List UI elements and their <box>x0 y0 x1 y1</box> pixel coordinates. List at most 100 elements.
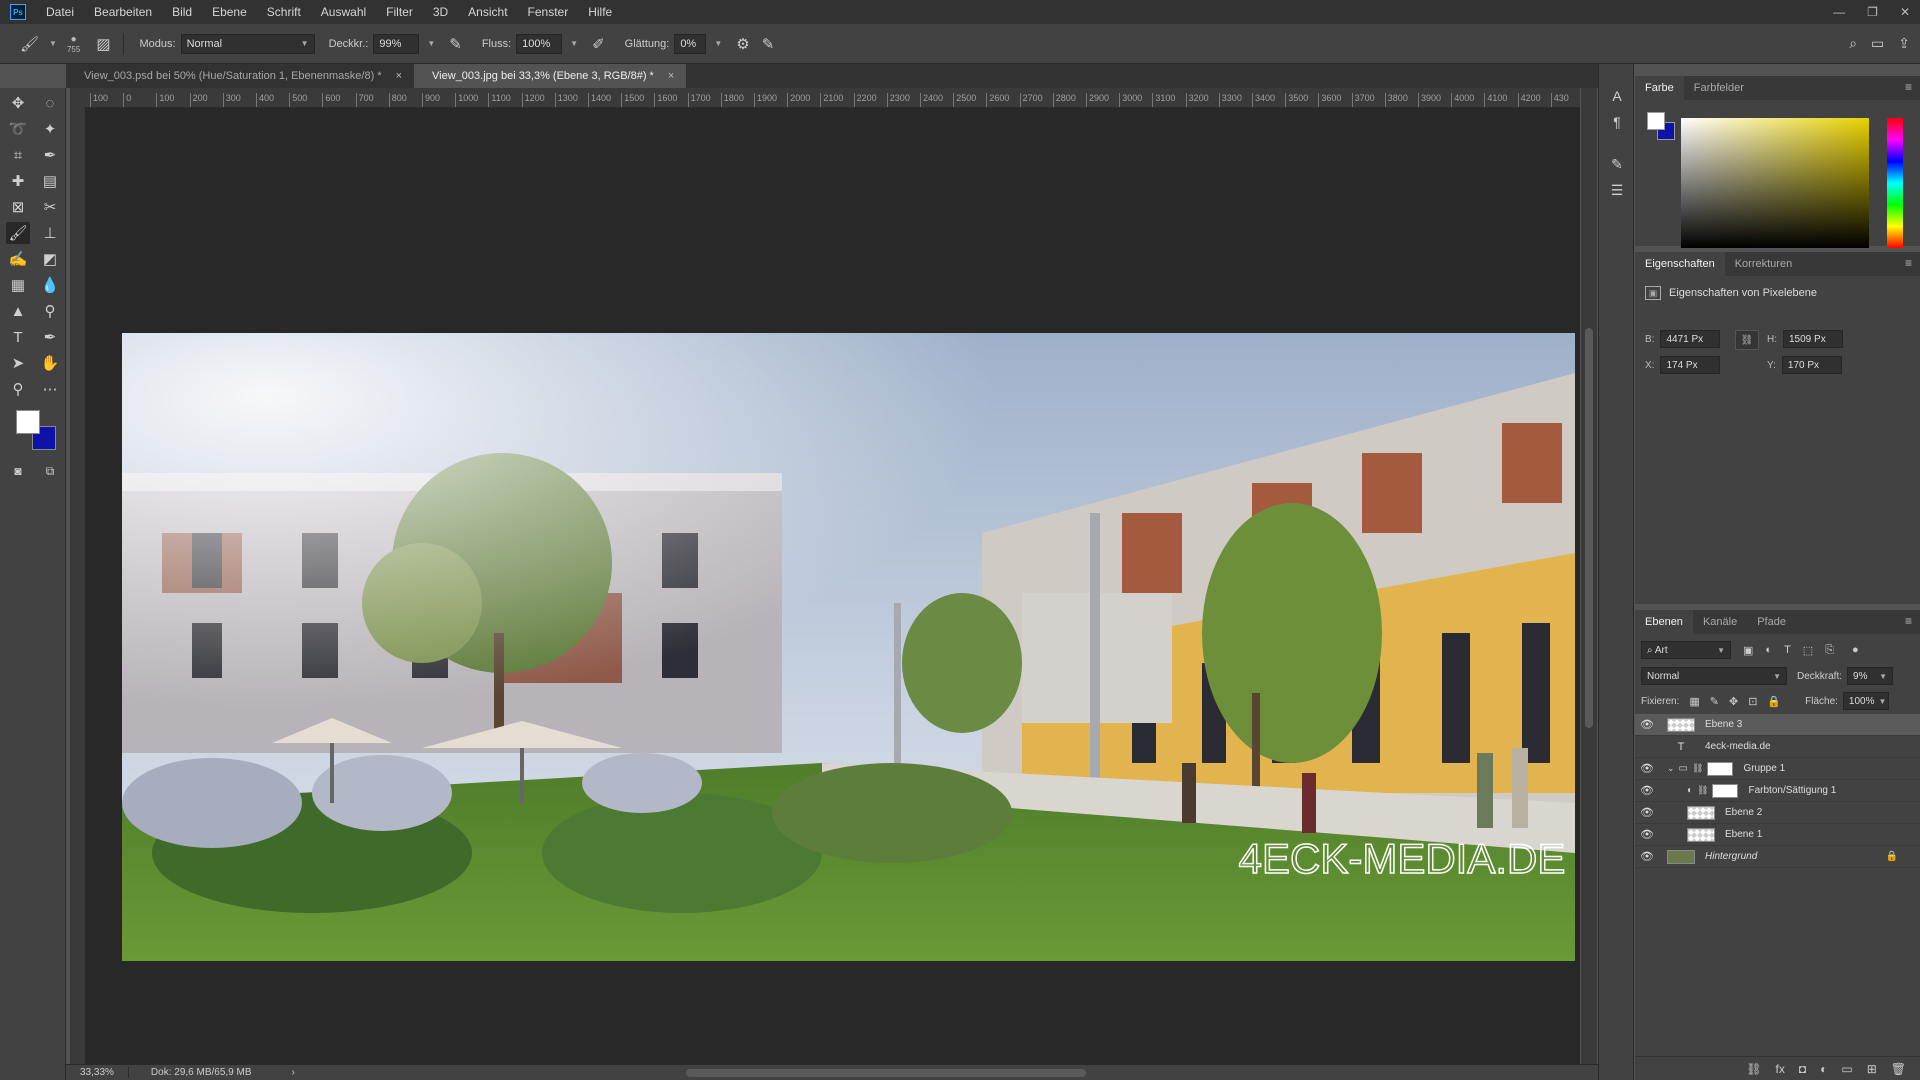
layer-row-ebene-1[interactable]: 👁 Ebene 1 <box>1635 824 1920 846</box>
zoom-level[interactable]: 33,33% <box>66 1067 129 1078</box>
layer-row-text[interactable]: T 4eck-media.de <box>1635 736 1920 758</box>
menu-ansicht[interactable]: Ansicht <box>458 0 517 24</box>
healing-brush-tool-icon[interactable]: ✚ <box>6 170 30 192</box>
history-brush-tool-icon[interactable]: ✍ <box>6 248 30 270</box>
adjustment-layer-icon[interactable]: ◐ <box>1820 1062 1827 1076</box>
layer-row-ebene-2[interactable]: 👁 Ebene 2 <box>1635 802 1920 824</box>
visibility-eye-icon[interactable]: 👁 <box>1635 762 1659 775</box>
menu-datei[interactable]: Datei <box>36 0 84 24</box>
more-tools-icon[interactable]: ⋯ <box>38 378 62 400</box>
adjustments-panel-icon[interactable]: ☰ <box>1607 180 1627 200</box>
zoom-tool-icon[interactable]: ⚲ <box>6 378 30 400</box>
eyedropper-tool-icon[interactable]: ✒ <box>38 144 62 166</box>
lock-all-icon[interactable]: 🔒 <box>1767 695 1781 708</box>
color-picker-field[interactable] <box>1681 118 1869 248</box>
brush-preset-picker[interactable]: ● 755 <box>67 34 80 54</box>
lock-artboard-icon[interactable]: ⊡ <box>1748 695 1757 708</box>
layer-opacity-field[interactable]: 9% ▼ <box>1847 667 1894 685</box>
marquee-tool-icon[interactable]: ◌ <box>38 92 62 114</box>
lock-transparency-icon[interactable]: ▦ <box>1689 695 1699 708</box>
menu-hilfe[interactable]: Hilfe <box>578 0 622 24</box>
width-field[interactable]: 4471 Px <box>1660 330 1721 348</box>
eraser-tool-icon[interactable]: ◩ <box>38 248 62 270</box>
search-icon[interactable]: ⌕ <box>1849 35 1857 52</box>
horizontal-scrollbar-thumb[interactable] <box>686 1069 1086 1077</box>
content-aware-move-icon[interactable]: ✂ <box>38 196 62 218</box>
y-field[interactable]: 170 Px <box>1781 356 1842 374</box>
flow-field[interactable]: 100% <box>516 33 563 54</box>
filter-type-icon[interactable]: T <box>1784 644 1791 656</box>
tab-kanaele[interactable]: Kanäle <box>1693 610 1747 634</box>
chevron-down-icon[interactable]: ▼ <box>714 39 722 48</box>
brush-tool-icon[interactable]: 🖌 <box>6 222 30 244</box>
menu-auswahl[interactable]: Auswahl <box>311 0 376 24</box>
tab-view-003-psd[interactable]: View_003.psd bei 50% (Hue/Saturation 1, … <box>66 64 414 88</box>
lasso-tool-icon[interactable]: ➰ <box>6 118 30 140</box>
visibility-eye-icon[interactable]: 👁 <box>1635 850 1659 863</box>
lock-position-icon[interactable]: ✥ <box>1729 695 1738 708</box>
close-icon[interactable]: × <box>396 70 402 82</box>
new-layer-icon[interactable]: ⊞ <box>1867 1062 1877 1076</box>
chevron-down-icon[interactable]: ▼ <box>570 39 578 48</box>
panel-menu-icon[interactable]: ≡ <box>1905 80 1912 94</box>
chevron-right-icon[interactable]: › <box>292 1067 295 1078</box>
menu-schrift[interactable]: Schrift <box>257 0 311 24</box>
mode-select[interactable]: Normal ▼ <box>180 33 315 54</box>
visibility-eye-icon[interactable]: 👁 <box>1635 828 1659 841</box>
fx-icon[interactable]: fx <box>1776 1062 1785 1076</box>
menu-ebene[interactable]: Ebene <box>202 0 257 24</box>
menu-filter[interactable]: Filter <box>376 0 423 24</box>
add-mask-icon[interactable]: ◘ <box>1799 1062 1806 1076</box>
layer-kind-select[interactable]: ⌕ Art ▼ <box>1641 641 1731 659</box>
tab-farbfelder[interactable]: Farbfelder <box>1684 76 1754 100</box>
gear-icon[interactable]: ⚙ <box>736 35 749 53</box>
tab-ebenen[interactable]: Ebenen <box>1635 610 1693 634</box>
close-icon[interactable]: ✕ <box>1900 5 1910 19</box>
crop-tool-icon[interactable]: ⌗ <box>6 144 30 166</box>
move-tool-icon[interactable]: ✥ <box>6 92 30 114</box>
quick-mask-icon[interactable]: ◙ <box>6 460 30 482</box>
visibility-eye-icon[interactable]: 👁 <box>1635 806 1659 819</box>
menu-bild[interactable]: Bild <box>162 0 202 24</box>
blur-tool-icon[interactable]: 💧 <box>38 274 62 296</box>
document-image[interactable]: 4ECK-MEDIA.DE <box>122 333 1575 961</box>
chevron-down-icon[interactable]: ▼ <box>49 39 57 48</box>
panel-menu-icon[interactable]: ≡ <box>1905 614 1912 628</box>
workspace-icon[interactable]: ▭ <box>1871 35 1884 52</box>
restore-icon[interactable]: ❐ <box>1867 5 1878 19</box>
close-icon[interactable]: × <box>668 70 674 82</box>
dodge-tool-icon[interactable]: ▲ <box>6 300 30 322</box>
visibility-eye-icon[interactable]: 👁 <box>1635 718 1659 731</box>
path-selection-tool-icon[interactable]: ➤ <box>6 352 30 374</box>
tab-pfade[interactable]: Pfade <box>1747 610 1796 634</box>
patch-tool-icon[interactable]: ▤ <box>38 170 62 192</box>
foreground-color-swatch[interactable] <box>1647 112 1665 130</box>
gradient-tool-icon[interactable]: ▦ <box>6 274 30 296</box>
lock-pixels-icon[interactable]: ✎ <box>1710 695 1719 708</box>
character-panel-icon[interactable]: A <box>1607 86 1627 106</box>
opacity-field[interactable]: 99% <box>373 33 420 54</box>
new-group-icon[interactable]: ▭ <box>1841 1062 1852 1076</box>
hue-slider[interactable] <box>1887 118 1903 248</box>
layer-row-gruppe-1[interactable]: 👁 ⌄ ▭ ⛓ Gruppe 1 <box>1635 758 1920 780</box>
blend-mode-select[interactable]: Normal ▼ <box>1641 667 1787 685</box>
tab-view-003-jpg[interactable]: View_003.jpg bei 33,3% (Ebene 3, RGB/8#)… <box>414 64 687 88</box>
minimize-icon[interactable]: — <box>1833 5 1845 19</box>
brush-tool-icon[interactable]: 🖌 <box>20 35 39 53</box>
frame-tool-icon[interactable]: ⊠ <box>6 196 30 218</box>
pressure-size-icon[interactable]: ✎ <box>762 35 775 53</box>
height-field[interactable]: 1509 Px <box>1783 330 1843 348</box>
chevron-down-icon[interactable]: ⌄ <box>1667 763 1675 774</box>
filter-smart-object-icon[interactable]: ⎘ <box>1825 644 1834 657</box>
link-layers-icon[interactable]: ⛓ <box>1746 1062 1761 1076</box>
scrollbar-thumb[interactable] <box>1585 328 1593 728</box>
x-field[interactable]: 174 Px <box>1660 356 1721 374</box>
hand-tool-icon[interactable]: ✋ <box>38 352 62 374</box>
filter-shape-icon[interactable]: ⬚ <box>1803 644 1813 657</box>
layer-row-hue-saturation[interactable]: 👁 ◐ ⛓ Farbton/Sättigung 1 <box>1635 780 1920 802</box>
screen-mode-icon[interactable]: ⧉ <box>38 460 62 482</box>
visibility-eye-icon[interactable]: 👁 <box>1635 784 1659 797</box>
canvas-area[interactable]: 4ECK-MEDIA.DE <box>86 108 1580 1064</box>
menu-fenster[interactable]: Fenster <box>518 0 579 24</box>
airbrush-icon[interactable]: ✐ <box>592 35 605 53</box>
